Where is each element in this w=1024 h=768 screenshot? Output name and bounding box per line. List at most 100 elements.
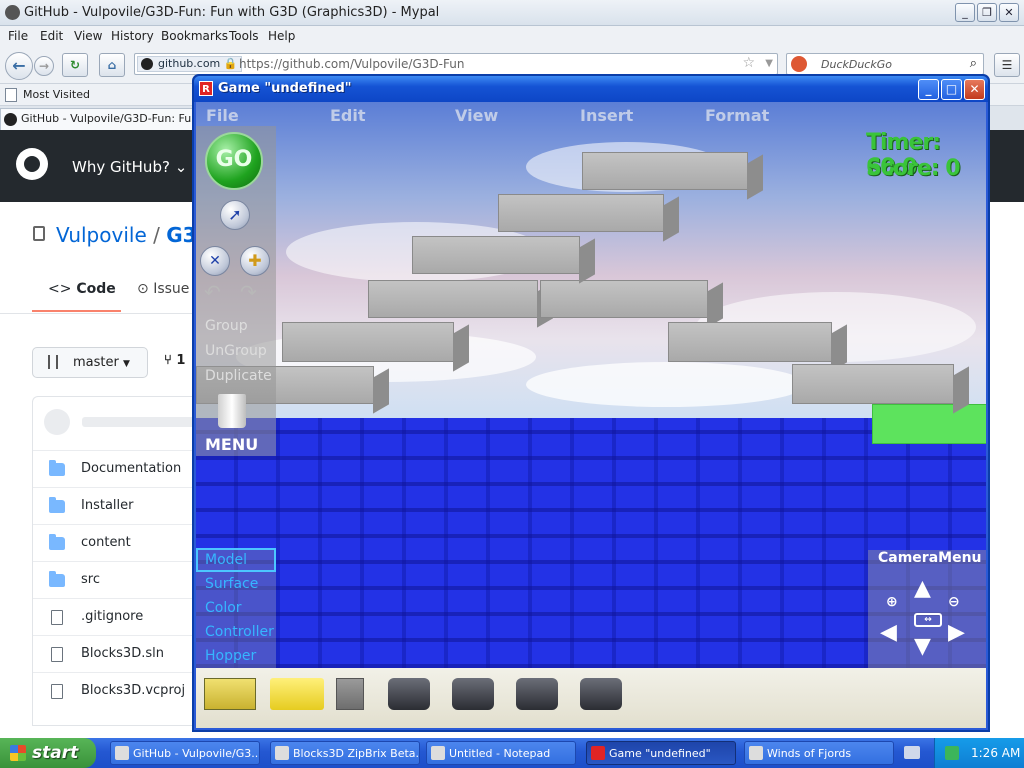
brick[interactable] (498, 194, 664, 232)
brick[interactable] (668, 322, 832, 362)
back-arrow-icon[interactable]: ← (5, 52, 33, 80)
file-row[interactable]: Documentation (33, 450, 196, 487)
file-row[interactable]: Blocks3D.sln (33, 635, 196, 672)
home-icon[interactable]: ⌂ (99, 53, 125, 77)
camera-down-arrow-icon[interactable]: ▼ (914, 634, 931, 659)
brick[interactable] (792, 364, 954, 404)
taskbar-item-blocks3d[interactable]: Blocks3D ZipBrix Beta... (270, 741, 420, 765)
brick[interactable] (582, 152, 748, 190)
file-name[interactable]: .gitignore (81, 609, 143, 624)
scale-tool-icon[interactable]: ✕ (200, 246, 230, 276)
glue-tool-icon[interactable] (336, 678, 364, 710)
file-row[interactable]: content (33, 524, 196, 561)
file-row[interactable]: .gitignore (33, 598, 196, 635)
bookmark-most-visited[interactable]: Most Visited (23, 88, 90, 101)
taskbar-item-winds[interactable]: Winds of Fjords (744, 741, 894, 765)
file-name[interactable]: Documentation (81, 461, 181, 476)
menu-tools[interactable]: Tools (229, 29, 259, 43)
file-name[interactable]: Installer (81, 498, 133, 513)
menu-history[interactable]: History (111, 29, 154, 43)
game-maximize-button[interactable]: □ (941, 79, 962, 100)
game-menu-format[interactable]: Format (705, 106, 769, 125)
mode-controller[interactable]: Controller (205, 624, 274, 640)
mode-hopper[interactable]: Hopper (205, 648, 256, 664)
move-tool-icon[interactable]: ✚ (240, 246, 270, 276)
camera-right-arrow-icon[interactable]: ▶ (948, 620, 965, 645)
go-button[interactable]: GO (205, 132, 263, 190)
camera-zoom-in-icon[interactable]: ⊕ (886, 594, 898, 610)
mode-color[interactable]: Color (205, 600, 242, 616)
file-name[interactable]: Blocks3D.sln (81, 646, 164, 661)
ungroup-button[interactable]: UnGroup (205, 343, 267, 359)
clock[interactable]: 1:26 AM (971, 746, 1020, 760)
file-row[interactable]: Blocks3D.vcproj (33, 672, 196, 709)
green-brick[interactable] (872, 404, 986, 444)
taskbar-item-github[interactable]: GitHub - Vulpovile/G3... (110, 741, 260, 765)
repo-owner-link[interactable]: Vulpovile (56, 223, 147, 247)
network-icon[interactable] (945, 746, 959, 760)
file-name[interactable]: content (81, 535, 131, 550)
dropdown-arrow-icon[interactable]: ▼ (765, 58, 773, 69)
search-icon[interactable]: ⌕ (970, 56, 977, 71)
keyboard-icon[interactable] (904, 746, 920, 759)
game-menu-file[interactable]: File (206, 106, 239, 125)
camera-up-arrow-icon[interactable]: ▲ (914, 576, 931, 601)
menu-help[interactable]: Help (268, 29, 295, 43)
game-close-button[interactable]: ✕ (964, 79, 985, 100)
group-button[interactable]: Group (205, 318, 248, 334)
brick[interactable] (412, 236, 580, 274)
reload-icon[interactable]: ↻ (62, 53, 88, 77)
redo-icon[interactable]: ↷ (240, 280, 257, 304)
search-box[interactable]: DuckDuckGo ⌕ (786, 53, 984, 75)
forward-arrow-icon[interactable]: → (34, 56, 54, 76)
hinge-tool-icon[interactable] (204, 678, 256, 710)
rotate-tool-icon[interactable] (516, 678, 558, 710)
game-minimize-button[interactable]: _ (918, 79, 939, 100)
3d-viewport[interactable]: File Edit View Insert Format Timer: 60.0… (196, 102, 986, 668)
brick[interactable] (540, 280, 708, 318)
weld-tool-icon[interactable] (270, 678, 324, 710)
nav-why-github[interactable]: Why GitHub? ⌄ (72, 158, 187, 176)
github-logo-icon[interactable] (16, 148, 48, 180)
menu-bookmarks[interactable]: Bookmarks (161, 29, 228, 43)
menu-file[interactable]: File (8, 29, 28, 43)
game-menu-insert[interactable]: Insert (580, 106, 633, 125)
camera-zoom-out-icon[interactable]: ⊖ (948, 594, 960, 610)
motor-reverse-tool-icon[interactable] (452, 678, 494, 710)
browser-menu-icon[interactable]: ☰ (994, 53, 1020, 77)
branch-count[interactable]: ⑂ 1 (164, 353, 185, 368)
close-button[interactable]: ✕ (999, 3, 1019, 22)
brick[interactable] (282, 322, 454, 362)
browser-tab[interactable]: GitHub - Vulpovile/G3D-Fun: Fun with G3D (0, 108, 196, 130)
mode-model[interactable]: Model (205, 552, 247, 568)
menu-button[interactable]: MENU (205, 435, 258, 454)
duplicate-button[interactable]: Duplicate (205, 368, 272, 384)
restore-button[interactable]: ❐ (977, 3, 997, 22)
game-menu-edit[interactable]: Edit (330, 106, 366, 125)
game-menu-view[interactable]: View (455, 106, 498, 125)
motor-tool-icon[interactable] (388, 678, 430, 710)
url-bar[interactable]: github.com 🔒 https://github.com/Vulpovil… (134, 53, 778, 75)
camera-left-arrow-icon[interactable]: ◀ (880, 620, 897, 645)
file-name[interactable]: Blocks3D.vcproj (81, 683, 185, 698)
file-row[interactable]: src (33, 561, 196, 598)
file-name[interactable]: src (81, 572, 100, 587)
game-titlebar[interactable]: R Game "undefined" _ □ ✕ (194, 76, 988, 102)
rotate-reverse-tool-icon[interactable] (580, 678, 622, 710)
minimize-button[interactable]: _ (955, 3, 975, 22)
taskbar-item-notepad[interactable]: Untitled - Notepad (426, 741, 576, 765)
undo-icon[interactable]: ↶ (204, 280, 221, 304)
mode-surface[interactable]: Surface (205, 576, 258, 592)
menu-view[interactable]: View (74, 29, 102, 43)
site-identity[interactable]: github.com 🔒 (137, 56, 243, 72)
arrow-cursor-icon[interactable]: ➚ (220, 200, 250, 230)
camera-menu-label[interactable]: CameraMenu (878, 550, 982, 566)
tab-issues[interactable]: ⊙ Issue (137, 281, 189, 297)
trash-icon[interactable] (218, 394, 246, 428)
bookmark-star-icon[interactable]: ☆ (742, 55, 755, 71)
file-row[interactable]: Installer (33, 487, 196, 524)
brick[interactable] (368, 280, 538, 318)
menu-edit[interactable]: Edit (40, 29, 63, 43)
camera-center-icon[interactable]: ↔ (914, 613, 942, 627)
tab-code[interactable]: <> Code (48, 281, 116, 297)
